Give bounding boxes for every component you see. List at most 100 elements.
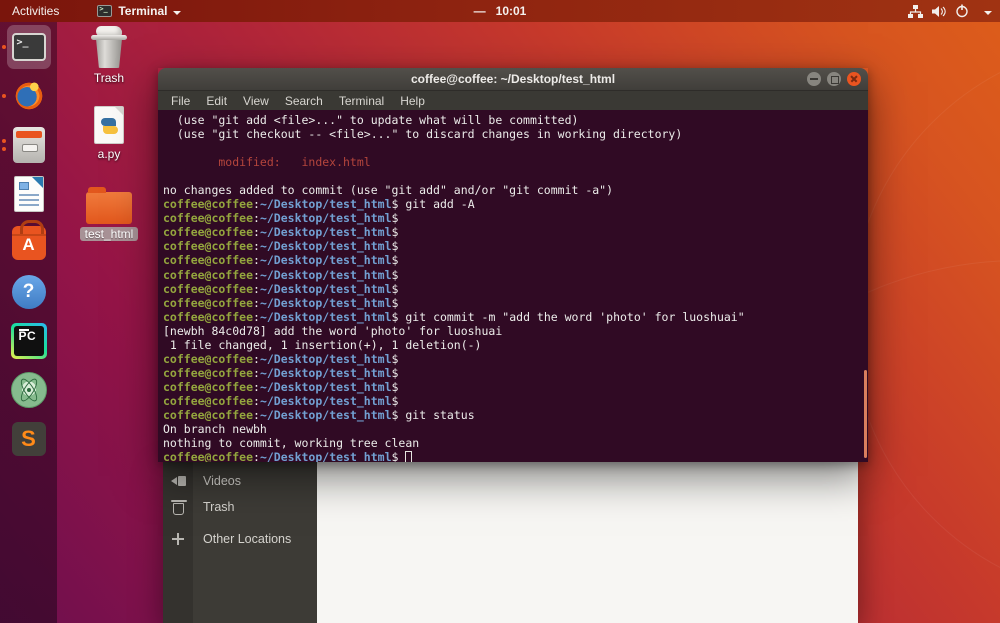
menu-item-edit[interactable]: Edit bbox=[198, 94, 235, 108]
sidebar-item-videos[interactable]: Videos bbox=[163, 468, 317, 494]
dock-item-sublime-text[interactable]: S bbox=[7, 417, 51, 461]
firefox-icon bbox=[9, 77, 48, 115]
chevron-down-icon bbox=[984, 10, 992, 19]
file-cabinet-icon bbox=[12, 127, 45, 163]
top-bar: Activities Terminal — 10:01 bbox=[0, 0, 1000, 22]
terminal-line: coffee@coffee:~/Desktop/test_html$ git a… bbox=[163, 197, 475, 212]
system-status-area[interactable] bbox=[908, 0, 992, 22]
desktop: Activities Terminal — 10:01 bbox=[0, 0, 1000, 623]
libreoffice-writer-icon bbox=[13, 176, 44, 212]
terminal-line: coffee@coffee:~/Desktop/test_html$ git s… bbox=[163, 407, 475, 422]
menu-item-search[interactable]: Search bbox=[277, 94, 331, 108]
fm-sidebar: Videos Trash Other Locations bbox=[163, 462, 317, 623]
focused-app-label: Terminal bbox=[118, 4, 168, 18]
python-file-icon bbox=[94, 106, 124, 144]
trash-can-icon bbox=[91, 26, 127, 68]
pycharm-icon: PC bbox=[10, 323, 47, 359]
menu-item-terminal[interactable]: Terminal bbox=[331, 94, 392, 108]
terminal-line: (use "git checkout -- <file>..." to disc… bbox=[163, 127, 683, 142]
sidebar-item-label: Videos bbox=[203, 474, 241, 488]
trash-icon bbox=[170, 499, 187, 515]
dock-item-terminal[interactable]: >_ bbox=[1, 25, 51, 69]
atom-icon bbox=[10, 372, 47, 408]
terminal-line: 1 file changed, 1 insertion(+), 1 deleti… bbox=[163, 337, 482, 352]
desktop-icon-label: a.py bbox=[97, 147, 121, 161]
terminal-line: coffee@coffee:~/Desktop/test_html$ git c… bbox=[163, 309, 745, 324]
close-button[interactable] bbox=[847, 72, 861, 86]
dock-item-libreoffice-writer[interactable] bbox=[7, 172, 51, 216]
help-icon: ? bbox=[11, 275, 46, 309]
terminal-titlebar[interactable]: coffee@coffee: ~/Desktop/test_html bbox=[158, 68, 868, 91]
running-indicator bbox=[1, 139, 6, 151]
clock-prefix: — bbox=[473, 4, 486, 18]
terminal-line: coffee@coffee:~/Desktop/test_html$ bbox=[163, 450, 868, 462]
clock-label: 10:01 bbox=[495, 4, 527, 18]
dock-item-firefox[interactable] bbox=[1, 74, 51, 118]
terminal-cursor bbox=[405, 451, 413, 462]
activities-label: Activities bbox=[12, 4, 60, 18]
maximize-button[interactable] bbox=[827, 72, 841, 86]
terminal-line: modified: index.html bbox=[163, 155, 371, 170]
terminal-line: coffee@coffee:~/Desktop/test_html$ bbox=[163, 365, 399, 380]
terminal-window: coffee@coffee: ~/Desktop/test_html File E… bbox=[158, 68, 868, 462]
menu-item-view[interactable]: View bbox=[235, 94, 277, 108]
terminal-line: nothing to commit, working tree clean bbox=[163, 436, 420, 451]
terminal-line: [newbh 84c0d78] add the word 'photo' for… bbox=[163, 323, 503, 338]
dock-item-atom[interactable] bbox=[7, 368, 51, 412]
desktop-icon-trash[interactable]: Trash bbox=[77, 26, 141, 85]
network-icon bbox=[908, 4, 923, 18]
desktop-icon-label: Trash bbox=[93, 71, 125, 85]
desktop-icon-label: test_html bbox=[79, 227, 139, 241]
terminal-line: coffee@coffee:~/Desktop/test_html$ bbox=[163, 351, 399, 366]
sidebar-item-label: Other Locations bbox=[203, 532, 292, 546]
dock-item-ubuntu-software[interactable]: A bbox=[7, 220, 51, 265]
sidebar-item-trash[interactable]: Trash bbox=[163, 494, 317, 520]
terminal-line: coffee@coffee:~/Desktop/test_html$ bbox=[163, 211, 399, 226]
folder-icon bbox=[86, 187, 132, 224]
dock-item-help[interactable]: ? bbox=[7, 270, 51, 314]
activities-button[interactable]: Activities bbox=[0, 0, 71, 22]
fm-content-area[interactable] bbox=[317, 462, 858, 623]
menu-item-help[interactable]: Help bbox=[392, 94, 433, 108]
terminal-line: coffee@coffee:~/Desktop/test_html$ bbox=[163, 253, 399, 268]
terminal-line: coffee@coffee:~/Desktop/test_html$ bbox=[163, 267, 399, 282]
volume-icon bbox=[932, 5, 946, 17]
desktop-icon-test-html[interactable]: test_html bbox=[77, 186, 141, 241]
videos-icon bbox=[170, 476, 186, 486]
terminal-line: coffee@coffee:~/Desktop/test_html$ bbox=[163, 225, 399, 240]
running-indicator bbox=[1, 45, 6, 49]
terminal-line: coffee@coffee:~/Desktop/test_html$ bbox=[163, 379, 399, 394]
window-title: coffee@coffee: ~/Desktop/test_html bbox=[410, 72, 616, 86]
plus-icon bbox=[172, 533, 184, 545]
ubuntu-software-icon: A bbox=[11, 220, 46, 260]
dock: >_ A ? PC S bbox=[0, 22, 57, 623]
sublime-text-icon: S bbox=[11, 422, 46, 456]
terminal-content[interactable]: (use "git add <file>..." to update what … bbox=[158, 110, 868, 462]
sidebar-item-other-locations[interactable]: Other Locations bbox=[163, 526, 317, 552]
app-menu-button[interactable]: Terminal bbox=[97, 0, 182, 22]
terminal-menubar: File Edit View Search Terminal Help bbox=[158, 91, 868, 110]
chevron-down-icon bbox=[173, 10, 182, 19]
terminal-line: coffee@coffee:~/Desktop/test_html$ bbox=[163, 281, 399, 296]
power-icon bbox=[956, 4, 968, 18]
desktop-icon-a-py[interactable]: a.py bbox=[77, 106, 141, 161]
terminal-mini-icon bbox=[97, 5, 113, 17]
terminal-line: coffee@coffee:~/Desktop/test_html$ bbox=[163, 393, 399, 408]
terminal-line: (use "git add <file>..." to update what … bbox=[163, 113, 579, 127]
dock-item-files[interactable] bbox=[1, 123, 51, 167]
terminal-line: coffee@coffee:~/Desktop/test_html$ bbox=[163, 295, 399, 310]
terminal-line: no changes added to commit (use "git add… bbox=[163, 183, 614, 198]
clock-button[interactable]: — 10:01 bbox=[474, 0, 527, 22]
scrollbar-thumb[interactable] bbox=[864, 370, 867, 458]
terminal-line: On branch newbh bbox=[163, 422, 267, 437]
terminal-icon: >_ bbox=[11, 33, 46, 61]
running-indicator bbox=[1, 94, 6, 98]
file-manager-window: Videos Trash Other Locations bbox=[163, 462, 858, 623]
dock-item-pycharm[interactable]: PC bbox=[7, 319, 51, 363]
minimize-button[interactable] bbox=[807, 72, 821, 86]
menu-item-file[interactable]: File bbox=[163, 94, 198, 108]
sidebar-item-label: Trash bbox=[203, 500, 235, 514]
terminal-line: coffee@coffee:~/Desktop/test_html$ bbox=[163, 239, 399, 254]
